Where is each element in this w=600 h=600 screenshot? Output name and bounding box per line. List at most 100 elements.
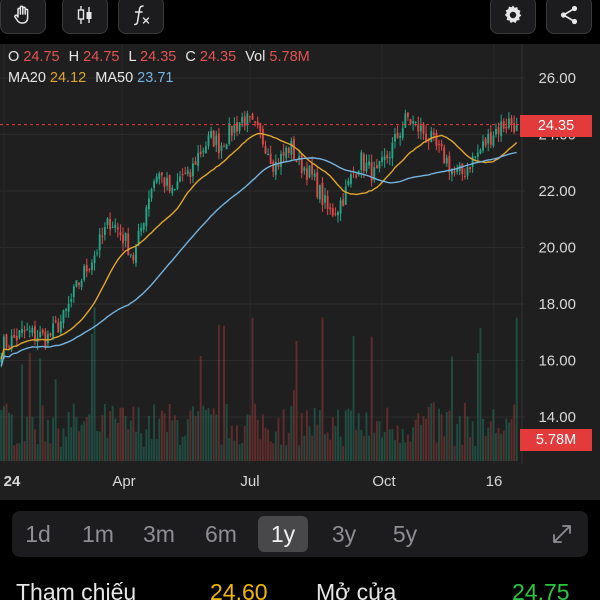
price-axis-label: 20.00: [538, 240, 576, 257]
candle-body: [300, 153, 303, 173]
candle-body: [204, 146, 207, 154]
range-3m[interactable]: 3m: [134, 516, 184, 552]
expand-icon: [553, 525, 571, 543]
candle-body: [179, 176, 181, 182]
volume-bar: [93, 307, 96, 461]
candle-body: [269, 153, 272, 164]
volume-bar: [383, 431, 386, 461]
candle-body: [230, 125, 233, 136]
hand-icon-button[interactable]: [0, 0, 46, 34]
candle-body: [124, 232, 127, 241]
settings-button[interactable]: [490, 0, 536, 34]
candle-body: [13, 334, 16, 338]
range-1m[interactable]: 1m: [73, 516, 123, 552]
volume-bar: [399, 442, 402, 461]
volume-bar: [36, 444, 39, 461]
volume-bar: [212, 408, 215, 461]
volume-bar: [305, 410, 308, 461]
range-6m[interactable]: 6m: [196, 516, 246, 552]
candle-body: [207, 135, 210, 147]
candle-body: [331, 208, 334, 216]
candle-body: [324, 195, 326, 203]
volume-bar: [285, 445, 288, 461]
candle-body: [243, 116, 246, 127]
candle-body: [114, 224, 117, 228]
volume-bar: [72, 403, 75, 461]
candle-body: [515, 124, 518, 131]
volume-bar: [303, 435, 306, 461]
candle-body: [217, 133, 220, 153]
volume-bar: [430, 403, 433, 461]
candle-body: [142, 223, 145, 230]
volume-bar: [513, 404, 516, 461]
price-axis-label: 16.00: [538, 353, 576, 370]
candle-body: [311, 163, 314, 175]
candle-body: [93, 255, 96, 264]
volume-bar: [269, 441, 272, 461]
candle-body: [313, 173, 316, 177]
volume-bar: [259, 439, 262, 461]
volume-bar: [191, 406, 194, 461]
volume-bar: [129, 420, 132, 461]
candle-body: [290, 140, 293, 155]
candle-body: [132, 255, 135, 261]
volume-bar: [298, 445, 301, 461]
share-button[interactable]: [546, 0, 592, 34]
range-1d[interactable]: 1d: [13, 516, 63, 552]
candle-body: [228, 123, 231, 145]
volume-bar: [145, 429, 148, 461]
volume-bar: [248, 415, 251, 461]
candle-body: [383, 156, 386, 160]
volume-bar: [166, 432, 169, 461]
range-3y[interactable]: 3y: [319, 516, 369, 552]
candle-body: [197, 153, 200, 166]
expand-button[interactable]: [550, 522, 574, 551]
candle-body: [184, 172, 187, 174]
volume-bar: [62, 428, 65, 461]
volume-bar: [321, 317, 324, 461]
volume-bar: [313, 407, 316, 461]
volume-bar: [479, 327, 482, 461]
function-icon-button[interactable]: [118, 0, 164, 34]
candle-body: [342, 199, 345, 206]
volume-bar: [109, 411, 112, 461]
price-chart[interactable]: 26.0024.0022.0020.0018.0016.0014.00 24Ap…: [0, 44, 600, 500]
candle-body: [28, 330, 31, 332]
volume-bar: [132, 406, 135, 461]
candle-body: [31, 327, 34, 334]
time-axis-label: Oct: [372, 473, 396, 490]
volume-bar: [197, 411, 200, 461]
candle-body: [282, 152, 285, 156]
candle-body: [334, 213, 337, 215]
volume-bar: [26, 416, 29, 461]
volume-bar: [277, 418, 280, 461]
volume-bar: [142, 446, 145, 461]
volume-bar: [21, 364, 23, 461]
range-5y[interactable]: 5y: [380, 516, 430, 552]
candle-body: [44, 331, 47, 347]
candle-body: [404, 113, 407, 128]
volume-bar: [202, 405, 205, 461]
range-1y[interactable]: 1y: [258, 516, 308, 552]
candle-body: [484, 138, 487, 146]
candle-body: [399, 135, 402, 138]
volume-bar: [461, 444, 464, 461]
time-axis-label: 24: [4, 473, 21, 490]
candle-body: [443, 147, 446, 164]
candle-body: [412, 121, 415, 124]
volume-bar: [352, 336, 355, 461]
candle-body: [96, 252, 99, 254]
low-value: 24.35: [140, 49, 177, 65]
volume-bar: [381, 437, 384, 461]
candlestick-icon-button[interactable]: [62, 0, 108, 34]
candle-body: [463, 176, 466, 178]
open-value: 24.75: [23, 49, 60, 65]
volume-bar: [324, 434, 327, 461]
candle-body: [72, 286, 75, 298]
candle-body: [88, 269, 91, 271]
candle-body: [122, 234, 124, 244]
candle-body: [318, 185, 321, 200]
volume-bar: [23, 440, 26, 461]
volume-bar: [171, 420, 174, 461]
function-icon: [133, 5, 150, 26]
